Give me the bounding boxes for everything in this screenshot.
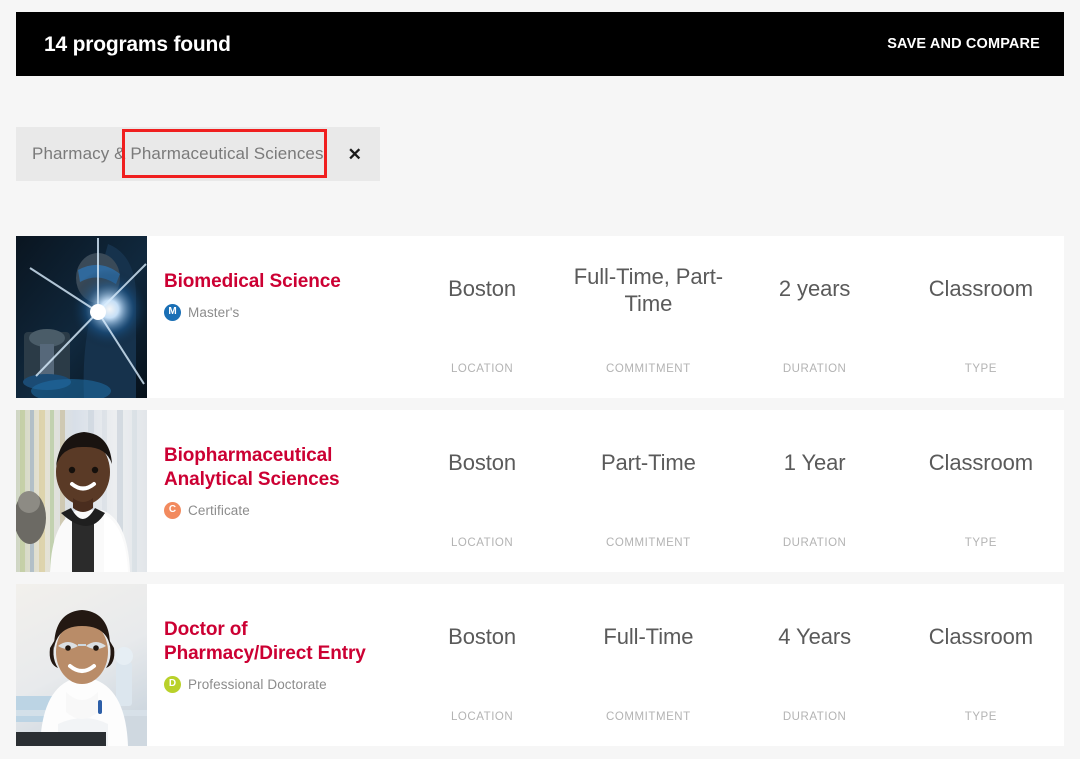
type-value: Classroom	[928, 276, 1033, 301]
attribute-commitment: Full-Time, Part-Time COMMITMENT	[565, 236, 731, 398]
duration-value: 1 Year	[783, 450, 846, 475]
filter-chip-pharmacy-pharmaceutical-sciences[interactable]: Pharmacy & Pharmaceutical Sciences ✕	[16, 127, 380, 181]
program-card-body: Doctor of Pharmacy/Direct Entry D Profes…	[147, 584, 1064, 746]
attribute-commitment: Full-Time COMMITMENT	[565, 584, 731, 746]
degree-badge-icon: D	[164, 675, 181, 693]
program-title-link[interactable]: Doctor of Pharmacy/Direct Entry	[164, 618, 399, 666]
type-value: Classroom	[928, 624, 1033, 649]
type-label: TYPE	[964, 711, 997, 723]
attribute-location: Boston LOCATION	[399, 236, 565, 398]
commitment-label: COMMITMENT	[606, 537, 691, 549]
program-results-list: Biomedical Science M Master's Boston LOC…	[16, 236, 1064, 758]
commitment-label: COMMITMENT	[606, 711, 691, 723]
attribute-duration: 2 years DURATION	[732, 236, 898, 398]
program-card-body: Biopharmaceutical Analytical Sciences C …	[147, 410, 1064, 572]
location-label: LOCATION	[450, 363, 514, 375]
filter-chip-label: Pharmacy & Pharmaceutical Sciences	[32, 144, 324, 163]
program-summary: Biomedical Science M Master's	[164, 236, 399, 398]
program-attributes: Boston LOCATION Full-Time COMMITMENT 4 Y…	[399, 584, 1064, 746]
degree-badge-icon: M	[164, 303, 181, 321]
program-title-link[interactable]: Biopharmaceutical Analytical Sciences	[164, 444, 399, 492]
duration-label: DURATION	[782, 363, 847, 375]
location-value: Boston	[448, 624, 517, 649]
degree-label: Certificate	[188, 502, 250, 518]
degree-label: Master's	[188, 304, 240, 320]
attribute-type: Classroom TYPE	[898, 410, 1064, 572]
duration-value: 4 Years	[778, 624, 851, 649]
degree-badge-icon: C	[164, 501, 181, 519]
attribute-commitment: Part-Time COMMITMENT	[565, 410, 731, 572]
results-header-bar: 14 programs found SAVE AND COMPARE	[16, 12, 1064, 76]
attribute-location: Boston LOCATION	[399, 584, 565, 746]
table-row[interactable]: Biopharmaceutical Analytical Sciences C …	[16, 410, 1064, 572]
program-title-link[interactable]: Biomedical Science	[164, 270, 399, 294]
degree-label: Professional Doctorate	[188, 676, 327, 692]
attribute-location: Boston LOCATION	[399, 410, 565, 572]
program-attributes: Boston LOCATION Part-Time COMMITMENT 1 Y…	[399, 410, 1064, 572]
degree-type: C Certificate	[164, 501, 399, 519]
type-value: Classroom	[928, 450, 1033, 475]
location-value: Boston	[448, 450, 517, 475]
attribute-duration: 4 Years DURATION	[732, 584, 898, 746]
table-row[interactable]: Biomedical Science M Master's Boston LOC…	[16, 236, 1064, 398]
active-filters-row: Pharmacy & Pharmaceutical Sciences ✕	[16, 127, 380, 181]
program-search-page: 14 programs found SAVE AND COMPARE Pharm…	[0, 0, 1080, 759]
type-label: TYPE	[964, 537, 997, 549]
duration-label: DURATION	[782, 537, 847, 549]
type-label: TYPE	[964, 363, 997, 375]
location-label: LOCATION	[450, 711, 514, 723]
location-value: Boston	[448, 276, 517, 301]
table-row[interactable]: Doctor of Pharmacy/Direct Entry D Profes…	[16, 584, 1064, 746]
close-icon[interactable]: ✕	[342, 146, 368, 163]
program-attributes: Boston LOCATION Full-Time, Part-Time COM…	[399, 236, 1064, 398]
attribute-duration: 1 Year DURATION	[732, 410, 898, 572]
program-card-body: Biomedical Science M Master's Boston LOC…	[147, 236, 1064, 398]
commitment-value: Full-Time, Part-Time	[573, 264, 723, 316]
program-thumbnail-image	[16, 584, 147, 746]
attribute-type: Classroom TYPE	[898, 236, 1064, 398]
program-thumbnail-image	[16, 410, 147, 572]
program-summary: Doctor of Pharmacy/Direct Entry D Profes…	[164, 584, 399, 746]
program-thumbnail-image	[16, 236, 147, 398]
commitment-value: Part-Time	[600, 450, 696, 475]
save-and-compare-button[interactable]: SAVE AND COMPARE	[887, 36, 1040, 52]
degree-type: D Professional Doctorate	[164, 675, 399, 693]
duration-value: 2 years	[778, 276, 851, 301]
location-label: LOCATION	[450, 537, 514, 549]
attribute-type: Classroom TYPE	[898, 584, 1064, 746]
duration-label: DURATION	[782, 711, 847, 723]
commitment-value: Full-Time	[603, 624, 694, 649]
commitment-label: COMMITMENT	[606, 363, 691, 375]
results-count-title: 14 programs found	[44, 32, 231, 56]
program-summary: Biopharmaceutical Analytical Sciences C …	[164, 410, 399, 572]
degree-type: M Master's	[164, 303, 399, 321]
